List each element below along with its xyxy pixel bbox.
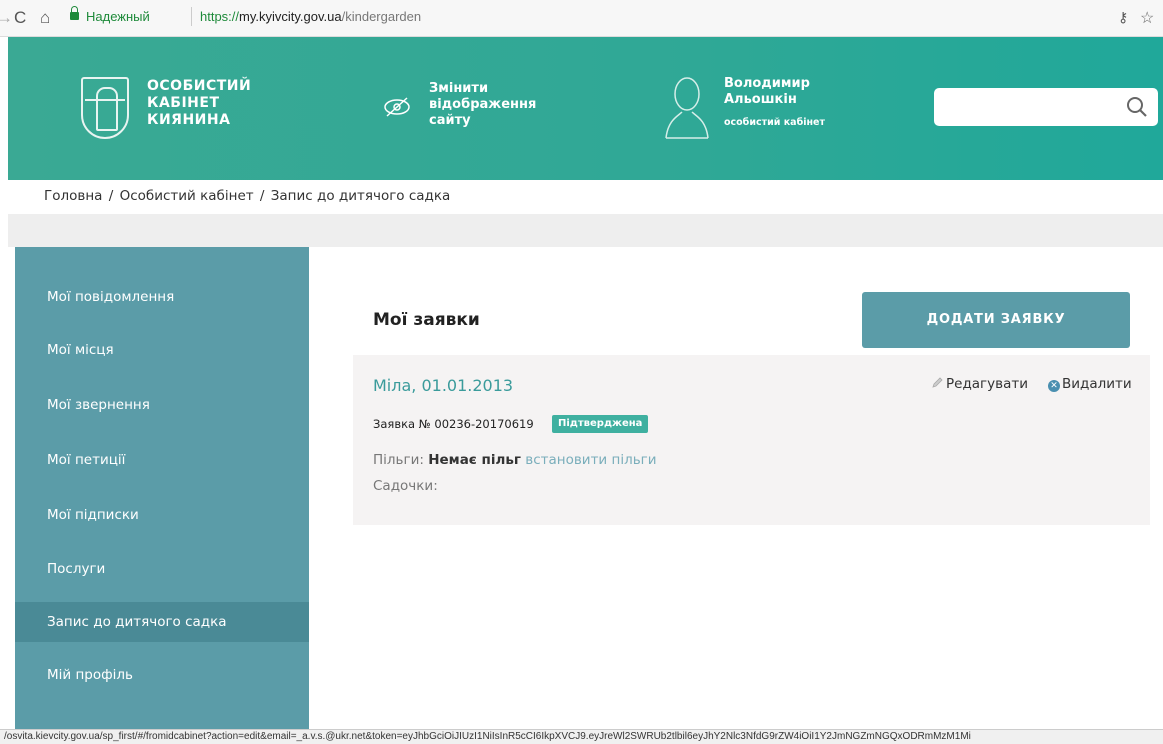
status-badge: Підтверджена [552, 415, 649, 433]
kyiv-emblem-icon[interactable] [81, 77, 129, 139]
breadcrumb-current: Запис до дитячого садка [270, 188, 451, 204]
url-path: /kindergarden [341, 9, 422, 24]
benefits-label: Пільги: [373, 452, 424, 468]
sidebar-item-messages[interactable]: Мої повідомлення [15, 277, 309, 317]
delete-link[interactable]: ✕ Видалити [1048, 376, 1132, 392]
sidebar-item-places[interactable]: Мої місця [15, 330, 309, 370]
site-header: ОСОБИСТИЙ КАБІНЕТ КИЯНИНА Змінити відобр… [8, 37, 1163, 180]
breadcrumb: Головна / Особистий кабінет / Запис до д… [44, 188, 452, 204]
sidebar: Мої повідомлення Мої місця Мої звернення… [15, 247, 309, 729]
sidebar-item-services[interactable]: Послуги [15, 549, 309, 589]
pencil-icon [932, 377, 943, 388]
application-child-name[interactable]: Міла, 01.01.2013 [373, 376, 513, 395]
kindergartens-label: Садочки: [373, 478, 438, 494]
benefits-value: Немає пільг [428, 452, 521, 468]
logo-line: КАБІНЕТ [147, 95, 220, 111]
breadcrumb-cabinet[interactable]: Особистий кабінет [120, 188, 254, 204]
lock-icon [70, 6, 79, 20]
page-title: Мої заявки [373, 310, 480, 330]
site-logo-text[interactable]: ОСОБИСТИЙ КАБІНЕТ КИЯНИНА [147, 78, 251, 129]
home-icon[interactable]: ⌂ [40, 8, 50, 28]
url-scheme: https:// [200, 9, 240, 24]
breadcrumb-separator: / [104, 188, 118, 204]
application-number: Заявка № 00236-20170619 [373, 417, 534, 431]
divider-band [8, 214, 1163, 247]
application-card: Міла, 01.01.2013 Редагувати ✕ Видалити За… [353, 355, 1150, 525]
breadcrumb-separator: / [255, 188, 269, 204]
sidebar-item-petitions[interactable]: Мої петиції [15, 440, 309, 480]
edit-link[interactable]: Редагувати [931, 376, 1028, 392]
key-icon[interactable]: ⚷ [1118, 9, 1128, 26]
address-bar[interactable]: https://my.kyivcity.gov.ua/kindergarden [200, 9, 421, 24]
change-display-line: відображення [429, 97, 537, 112]
sidebar-item-appeals[interactable]: Мої звернення [15, 385, 309, 425]
add-application-button[interactable]: ДОДАТИ ЗАЯВКУ [862, 292, 1130, 348]
back-arrow-icon[interactable]: → [0, 8, 13, 28]
search-icon[interactable] [1126, 96, 1148, 118]
user-first-name: Володимир [724, 76, 810, 91]
browser-toolbar: → C ⌂ Надежный https://my.kyivcity.gov.u… [0, 0, 1163, 37]
address-divider [191, 7, 192, 26]
edit-label: Редагувати [946, 376, 1029, 392]
delete-icon: ✕ [1048, 380, 1060, 392]
logo-line: КИЯНИНА [147, 112, 231, 128]
benefits-row: Пільги: Немає пільг встановити пільги [373, 452, 657, 468]
set-benefits-link[interactable]: встановити пільги [525, 452, 656, 468]
reload-icon[interactable]: C [14, 8, 26, 28]
user-silhouette-icon[interactable] [664, 74, 710, 140]
url-host: my.kyivcity.gov.ua [239, 9, 342, 24]
change-display-line: Змінити [429, 81, 489, 96]
search-input[interactable] [934, 88, 1158, 126]
eye-slash-icon[interactable] [382, 97, 412, 117]
change-display-link[interactable]: Змінити відображення сайту [429, 81, 536, 129]
secure-label: Надежный [86, 9, 150, 24]
user-last-name: Альошкін [724, 92, 797, 107]
personal-cabinet-link[interactable]: особистий кабінет [724, 117, 825, 128]
delete-label: Видалити [1062, 376, 1132, 392]
change-display-line: сайту [429, 113, 471, 128]
sidebar-item-subscriptions[interactable]: Мої підписки [15, 495, 309, 535]
sidebar-item-profile[interactable]: Мій профіль [15, 655, 309, 695]
link-status-bar: /osvita.kievcity.gov.ua/sp_first/#/fromi… [0, 729, 1163, 744]
bookmark-star-icon[interactable]: ☆ [1140, 8, 1154, 28]
user-name[interactable]: Володимир Альошкін [724, 76, 810, 108]
breadcrumb-home[interactable]: Головна [44, 188, 102, 204]
sidebar-item-kindergarten[interactable]: Запис до дитячого садка [15, 602, 309, 642]
logo-line: ОСОБИСТИЙ [147, 78, 252, 94]
